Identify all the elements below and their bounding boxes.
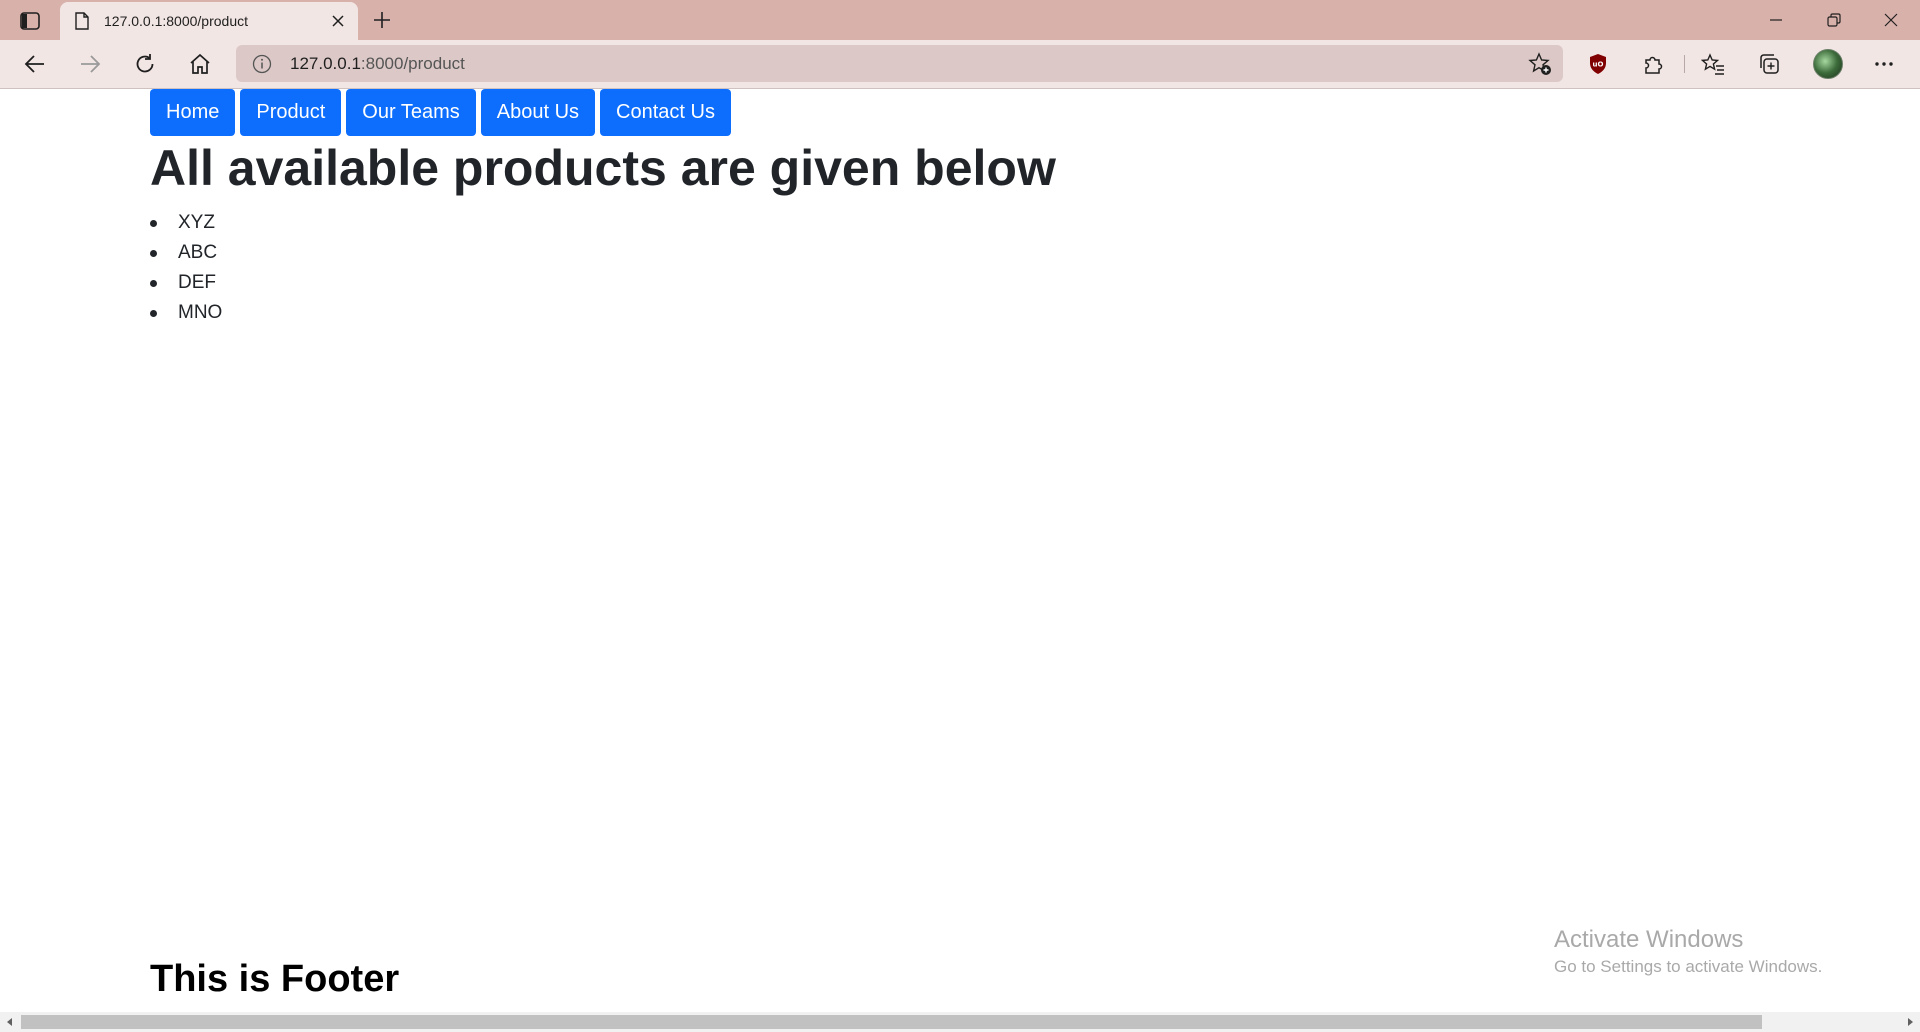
collections-icon[interactable] <box>1753 48 1785 80</box>
close-window-icon[interactable] <box>1862 0 1920 40</box>
nav-about-us-button[interactable]: About Us <box>480 89 596 136</box>
nav-contact-us-button[interactable]: Contact Us <box>600 89 731 136</box>
back-arrow-icon[interactable] <box>19 48 51 80</box>
info-icon[interactable] <box>252 54 272 74</box>
plus-icon[interactable] <box>368 6 396 34</box>
tab-strip: 127.0.0.1:8000/product <box>0 0 1920 40</box>
puzzle-icon[interactable] <box>1637 48 1669 80</box>
refresh-icon[interactable] <box>129 48 161 80</box>
list-item: XYZ <box>150 208 222 238</box>
minimize-icon[interactable] <box>1747 0 1805 40</box>
list-item: ABC <box>150 238 222 268</box>
svg-text:uO: uO <box>1593 61 1604 69</box>
toolbar-divider <box>1684 55 1685 73</box>
list-item: MNO <box>150 298 222 328</box>
page-icon <box>74 12 90 30</box>
footer-title: This is Footer <box>150 958 400 1000</box>
horizontal-scrollbar[interactable] <box>0 1012 1920 1032</box>
url-path: :8000/product <box>360 54 465 73</box>
browser-toolbar: 127.0.0.1:8000/product uO <box>0 40 1920 89</box>
browser-tab[interactable]: 127.0.0.1:8000/product <box>60 2 358 40</box>
star-plus-icon[interactable] <box>1527 51 1553 77</box>
main-nav: Home Product Our Teams About Us Contact … <box>150 89 736 136</box>
nav-our-teams-button[interactable]: Our Teams <box>346 89 476 136</box>
url-host: 127.0.0.1 <box>290 54 361 73</box>
nav-home-button[interactable]: Home <box>150 89 236 136</box>
address-bar[interactable]: 127.0.0.1:8000/product <box>236 45 1563 82</box>
product-list: XYZ ABC DEF MNO <box>150 208 222 328</box>
tab-actions-icon[interactable] <box>16 9 44 33</box>
list-item: DEF <box>150 268 222 298</box>
tab-title: 127.0.0.1:8000/product <box>104 13 249 29</box>
favorites-icon[interactable] <box>1697 48 1729 80</box>
scroll-right-arrow-icon[interactable] <box>1900 1012 1920 1032</box>
watermark-title: Activate Windows <box>1554 926 1744 953</box>
scroll-left-arrow-icon[interactable] <box>0 1012 20 1032</box>
avatar[interactable] <box>1813 49 1843 79</box>
more-dots-icon[interactable] <box>1868 48 1900 80</box>
home-icon[interactable] <box>184 48 216 80</box>
restore-icon[interactable] <box>1805 0 1863 40</box>
windows-activation-watermark: Activate Windows Go to Settings to activ… <box>1554 924 1822 978</box>
nav-product-button[interactable]: Product <box>240 89 342 136</box>
ublock-shield-icon[interactable]: uO <box>1582 48 1614 80</box>
close-icon[interactable] <box>328 11 348 31</box>
scrollbar-thumb[interactable] <box>21 1015 1762 1029</box>
url-text[interactable]: 127.0.0.1:8000/product <box>290 45 465 82</box>
page-title: All available products are given below <box>150 140 1056 196</box>
forward-arrow-icon[interactable] <box>74 48 106 80</box>
watermark-subtitle: Go to Settings to activate Windows. <box>1554 957 1823 976</box>
